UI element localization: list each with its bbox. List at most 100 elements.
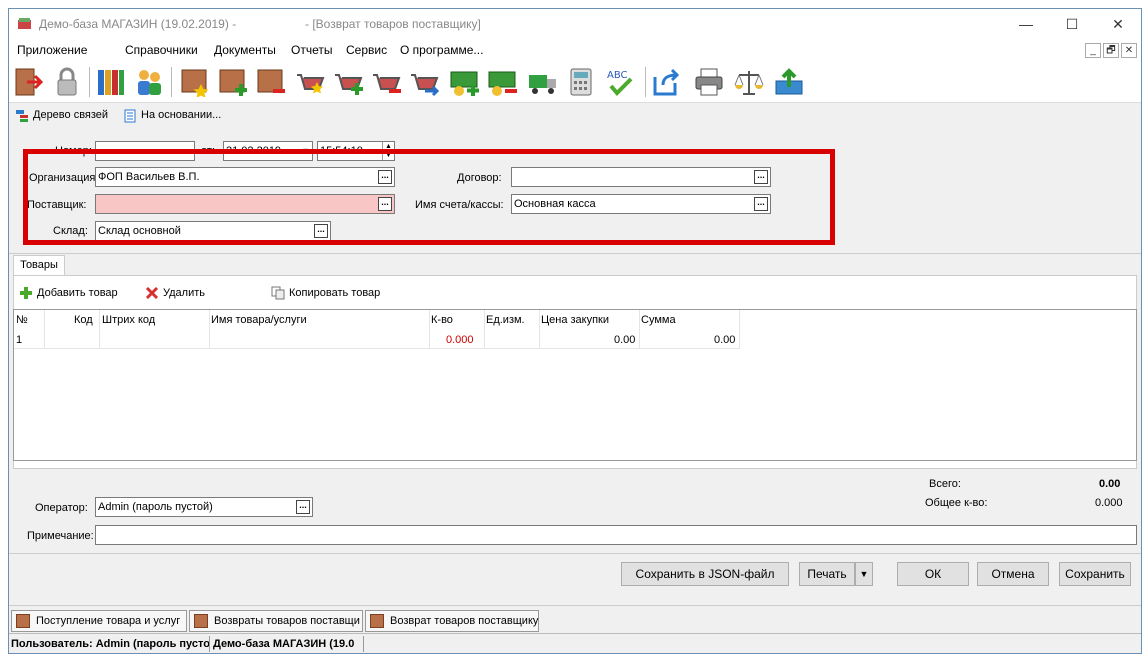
app-title: Демо-база МАГАЗИН (19.02.2019) - [39, 17, 237, 31]
task-supplier-return[interactable]: Возврат товаров поставщику [365, 610, 539, 632]
delete-goods-button[interactable]: Удалить [145, 285, 215, 303]
total-quantity-value: 0.000 [1095, 497, 1123, 509]
table-row[interactable]: 1 0.000 0.00 0.00 [14, 330, 740, 348]
maximize-button[interactable]: ☐ [1059, 13, 1085, 35]
cart-add-icon[interactable] [333, 67, 365, 97]
print-dropdown-chevron-down-icon[interactable]: ▼ [855, 562, 873, 586]
toolbar-separator [89, 67, 90, 97]
cart-star-icon[interactable] [295, 67, 327, 97]
ok-button[interactable]: ОК [897, 562, 969, 586]
document-icon [194, 614, 208, 628]
document-icon [124, 109, 136, 123]
toolbar: ABC [9, 61, 1141, 103]
column-header-name[interactable]: Имя товара/услуги [211, 314, 307, 326]
menu-documents[interactable]: Документы [214, 43, 276, 57]
based-on-button[interactable]: На основании... [123, 107, 233, 125]
box-remove-icon[interactable] [255, 67, 287, 97]
upload-icon[interactable] [773, 67, 805, 97]
window-taskbar: Поступление товара и услуг Возвраты това… [9, 605, 1141, 633]
cancel-button[interactable]: Отмена [977, 562, 1049, 586]
mdi-restore-button[interactable]: 🗗 [1103, 43, 1119, 58]
box-add-icon[interactable] [217, 67, 249, 97]
menu-application[interactable]: Приложение [17, 43, 87, 57]
row-price: 0.00 [614, 334, 636, 346]
column-header-unit[interactable]: Ед.изм. [486, 314, 525, 326]
exit-icon[interactable] [13, 67, 45, 97]
relations-tree-button[interactable]: Дерево связей [15, 107, 115, 125]
operator-select-button[interactable]: ... [296, 500, 310, 514]
column-header-barcode[interactable]: Штрих код [102, 314, 155, 326]
money-remove-icon[interactable] [487, 67, 519, 97]
menu-directories[interactable]: Справочники [125, 43, 198, 57]
tree-icon [16, 110, 28, 122]
toolbar-separator [171, 67, 172, 97]
printer-icon[interactable] [693, 67, 725, 97]
column-header-code[interactable]: Код [74, 314, 93, 326]
column-header-number[interactable]: № [16, 314, 28, 326]
note-input[interactable] [95, 525, 1137, 545]
total-value: 0.00 [1099, 478, 1121, 490]
highlight-frame [23, 149, 835, 245]
title-bar: Демо-база МАГАЗИН (19.02.2019) - - [Возв… [9, 9, 1141, 39]
section-divider [9, 253, 1141, 254]
box-star-icon[interactable] [179, 67, 211, 97]
users-icon[interactable] [133, 67, 165, 97]
task-label: Возвраты товаров поставщи [214, 615, 360, 627]
toolbar-separator [645, 67, 646, 97]
operator-value: Admin (пароль пустой) [98, 501, 213, 513]
operator-field[interactable]: Admin (пароль пустой) ... [95, 497, 313, 517]
cart-move-icon[interactable] [409, 67, 441, 97]
delete-icon [145, 286, 159, 300]
menu-reports[interactable]: Отчеты [291, 43, 332, 57]
delete-goods-label: Удалить [163, 287, 205, 299]
copy-goods-label: Копировать товар [289, 287, 381, 299]
row-number: 1 [16, 334, 23, 346]
status-bar: Пользователь: Admin (пароль пусто Демо-б… [9, 633, 1141, 653]
goods-table[interactable]: № Код Штрих код Имя товара/услуги К-во Е… [13, 309, 1137, 461]
add-goods-button[interactable]: Добавить товар [19, 285, 129, 303]
main-window: Демо-база МАГАЗИН (19.02.2019) - - [Возв… [8, 8, 1142, 654]
svg-text:ABC: ABC [607, 70, 628, 81]
total-label: Всего: [929, 478, 961, 490]
copy-goods-button[interactable]: Копировать товар [271, 285, 391, 303]
document-icon [16, 614, 30, 628]
column-header-price[interactable]: Цена закупки [541, 314, 609, 326]
books-icon[interactable] [95, 67, 127, 97]
status-user: Пользователь: Admin (пароль пусто [11, 638, 209, 650]
spellcheck-icon[interactable]: ABC [605, 67, 637, 97]
save-json-button[interactable]: Сохранить в JSON-файл [621, 562, 789, 586]
mdi-close-button[interactable]: ✕ [1121, 43, 1137, 58]
calculator-icon[interactable] [565, 67, 597, 97]
print-button[interactable]: Печать [799, 562, 855, 586]
lock-icon[interactable] [51, 67, 83, 97]
column-header-sum[interactable]: Сумма [641, 314, 676, 326]
export-icon[interactable] [651, 67, 683, 97]
column-header-quantity[interactable]: К-во [431, 314, 453, 326]
total-quantity-label: Общее к-во: [925, 497, 988, 509]
note-label: Примечание: [27, 530, 94, 542]
truck-icon[interactable] [527, 67, 559, 97]
row-quantity: 0.000 [446, 334, 474, 346]
task-label: Возврат товаров поставщику [390, 615, 539, 627]
money-add-icon[interactable] [449, 67, 481, 97]
tab-goods[interactable]: Товары [13, 255, 65, 275]
task-supplier-returns-list[interactable]: Возвраты товаров поставщи [189, 610, 363, 632]
menu-about[interactable]: О программе... [400, 43, 483, 57]
minimize-button[interactable]: — [1013, 13, 1039, 35]
close-button[interactable]: ✕ [1105, 13, 1131, 35]
operator-label: Оператор: [35, 502, 88, 514]
save-button[interactable]: Сохранить [1059, 562, 1131, 586]
menu-service[interactable]: Сервис [346, 43, 387, 57]
document-icon [370, 614, 384, 628]
task-label: Поступление товара и услуг [36, 615, 181, 627]
status-database: Демо-база МАГАЗИН (19.0 [213, 638, 355, 650]
scales-icon[interactable] [733, 67, 765, 97]
section-divider [9, 553, 1141, 554]
menu-bar: Приложение Справочники Документы Отчеты … [9, 39, 1141, 61]
app-icon [18, 18, 31, 29]
task-goods-receipt[interactable]: Поступление товара и услуг [11, 610, 187, 632]
mdi-minimize-button[interactable]: _ [1085, 43, 1101, 58]
row-sum: 0.00 [714, 334, 736, 346]
cart-remove-icon[interactable] [371, 67, 403, 97]
document-title: - [Возврат товаров поставщику] [305, 17, 481, 31]
